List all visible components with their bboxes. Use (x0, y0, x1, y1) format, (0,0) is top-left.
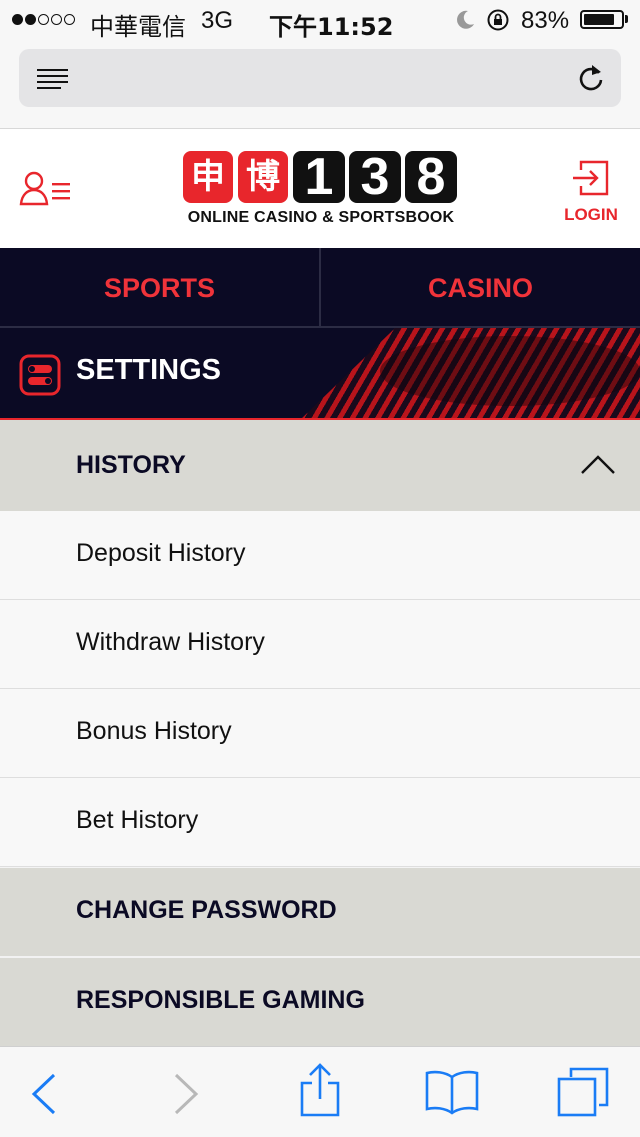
login-icon[interactable] (573, 160, 609, 196)
logo-digit: 8 (405, 151, 457, 203)
settings-toggle-icon (19, 354, 61, 396)
logo-char: 申 (183, 151, 233, 203)
tab-sports[interactable]: SPORTS (0, 248, 319, 326)
network-label: 3G (201, 7, 234, 34)
status-bar: 中華電信 3G 下午11:52 83% (0, 0, 640, 41)
reload-icon[interactable] (577, 63, 605, 93)
settings-banner: SETTINGS (0, 328, 640, 420)
responsible-gaming-label: RESPONSIBLE GAMING (76, 986, 365, 1014)
signal-dot (38, 14, 49, 25)
logo-char: 博 (238, 151, 288, 203)
browser-address-area (0, 40, 640, 129)
address-bar[interactable] (19, 49, 621, 107)
change-password-label: CHANGE PASSWORD (76, 896, 337, 924)
change-password-section[interactable]: CHANGE PASSWORD (0, 868, 640, 958)
share-icon[interactable] (300, 1063, 340, 1117)
signal-dot (25, 14, 36, 25)
history-section-header[interactable]: HISTORY (0, 420, 640, 511)
browser-toolbar (0, 1046, 640, 1137)
logo-digit: 1 (293, 151, 345, 203)
site-header: 申 博 1 3 8 ONLINE CASINO & SPORTSBOOK LOG… (0, 129, 640, 248)
menu-item-label: Bet History (76, 806, 199, 834)
moon-icon (457, 10, 474, 29)
main-nav: SPORTS CASINO (0, 248, 640, 328)
carrier-label: 中華電信 (90, 13, 186, 41)
forward-arrow-icon[interactable] (172, 1073, 200, 1115)
menu-item-bet-history[interactable]: Bet History (0, 778, 640, 867)
signal-dot (64, 14, 75, 25)
menu-item-label: Withdraw History (76, 628, 265, 656)
chevron-up-icon[interactable] (580, 454, 616, 476)
menu-item-label: Bonus History (76, 717, 232, 745)
menu-item-withdraw-history[interactable]: Withdraw History (0, 600, 640, 689)
history-label: HISTORY (76, 451, 186, 479)
bookmarks-icon[interactable] (425, 1069, 479, 1115)
battery-icon (580, 10, 624, 29)
menu-item-bonus-history[interactable]: Bonus History (0, 689, 640, 778)
tab-casino[interactable]: CASINO (321, 248, 640, 326)
back-arrow-icon[interactable] (30, 1073, 58, 1115)
settings-title: SETTINGS (76, 354, 222, 386)
signal-dot (12, 14, 23, 25)
clock: 下午11:52 (269, 13, 394, 41)
login-button[interactable]: LOGIN (560, 205, 622, 225)
battery-percent: 83% (521, 7, 570, 34)
banner-decoration (380, 336, 640, 406)
logo-tagline: ONLINE CASINO & SPORTSBOOK (187, 209, 455, 226)
menu-item-deposit-history[interactable]: Deposit History (0, 511, 640, 600)
responsible-gaming-section[interactable]: RESPONSIBLE GAMING (0, 958, 640, 1046)
battery-fill (584, 14, 614, 25)
signal-dot (51, 14, 62, 25)
account-menu-icon[interactable] (19, 169, 73, 207)
menu-item-label: Deposit History (76, 539, 246, 567)
reader-lines-icon[interactable] (37, 68, 69, 90)
battery-tip (625, 15, 628, 23)
rotation-lock-icon (487, 9, 509, 31)
logo-digit: 3 (349, 151, 401, 203)
tabs-icon[interactable] (557, 1067, 609, 1117)
